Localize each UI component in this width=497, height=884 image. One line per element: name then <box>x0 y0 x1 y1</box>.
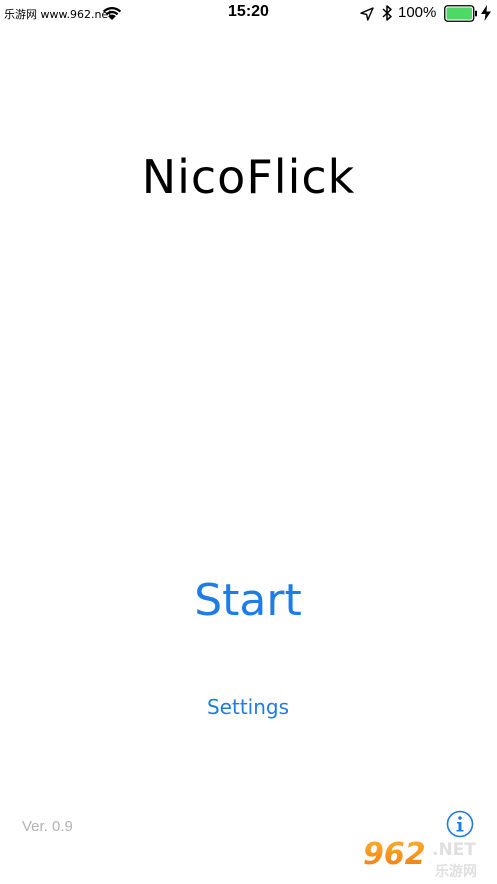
location-icon <box>360 6 374 25</box>
status-bar: 乐游网 www.962.net 15:20 100% <box>0 0 497 28</box>
settings-button[interactable]: Settings <box>188 692 308 722</box>
app-title: NicoFlick <box>141 150 356 204</box>
svg-text:.NET: .NET <box>432 840 476 860</box>
version-label: Ver. 0.9 <box>22 818 73 835</box>
svg-text:乐游网: 乐游网 <box>435 863 477 880</box>
charging-icon <box>481 5 491 25</box>
battery-percent: 100% <box>398 4 437 21</box>
battery-icon <box>444 5 478 26</box>
svg-text:962: 962 <box>363 837 426 872</box>
watermark-logo: 962 .NET 乐游网 <box>357 832 493 880</box>
start-button[interactable]: Start <box>148 570 348 630</box>
bluetooth-icon <box>381 4 393 26</box>
